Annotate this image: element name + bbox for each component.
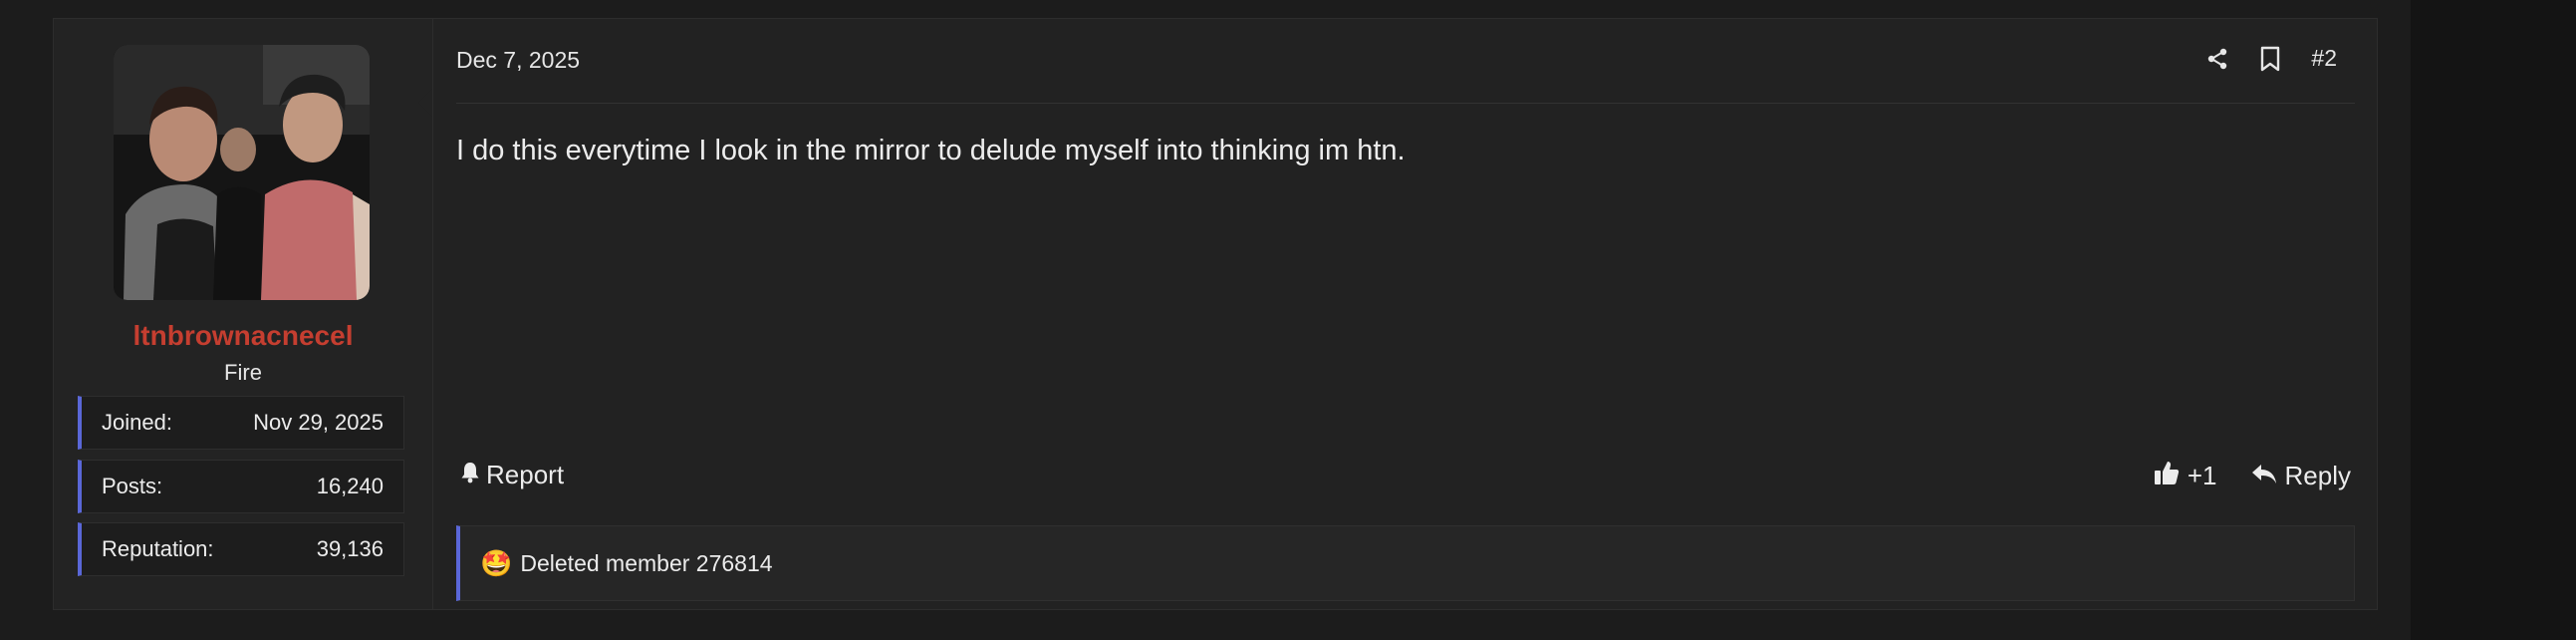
stat-label: Joined:	[102, 410, 172, 435]
reply-button[interactable]: Reply	[2251, 461, 2351, 491]
stat-joined: Joined: Nov 29, 2025	[78, 396, 404, 450]
stat-value: Nov 29, 2025	[253, 410, 384, 435]
like-button[interactable]: +1	[2154, 460, 2217, 492]
user-title: Fire	[224, 360, 262, 385]
like-count: +1	[2187, 461, 2217, 490]
share-icon[interactable]	[2205, 47, 2229, 71]
post-footer: Report +1 Reply	[456, 442, 2355, 501]
avatar[interactable]	[114, 45, 370, 300]
post-content: Dec 7, 2025 #2 I do this everytime I loo…	[456, 19, 2355, 609]
report-button[interactable]: Report	[460, 460, 564, 490]
sidebar-arrow	[418, 89, 432, 117]
star-struck-emoji-icon: 🤩	[480, 548, 513, 578]
stat-value: 39,136	[316, 536, 384, 561]
post-actions: #2	[2205, 45, 2337, 72]
stat-reputation: Reputation: 39,136	[78, 522, 404, 576]
post-date[interactable]: Dec 7, 2025	[456, 47, 580, 74]
stat-posts: Posts: 16,240	[78, 460, 404, 513]
reply-label: Reply	[2284, 461, 2351, 490]
reply-icon	[2251, 461, 2277, 491]
reactions-bar[interactable]: 🤩 Deleted member 276814	[456, 525, 2355, 601]
post-body: I do this everytime I look in the mirror…	[456, 135, 1406, 166]
post-header: Dec 7, 2025 #2	[456, 19, 2355, 104]
footer-actions: +1 Reply	[2154, 460, 2351, 492]
stat-label: Posts:	[102, 474, 163, 498]
stat-value: 16,240	[316, 474, 384, 498]
user-sidebar: ltnbrownacnecel Fire Joined: Nov 29, 202…	[54, 19, 433, 609]
bookmark-icon[interactable]	[2259, 46, 2281, 72]
post-number[interactable]: #2	[2311, 45, 2337, 72]
stat-label: Reputation:	[102, 536, 214, 561]
right-margin	[2411, 0, 2576, 640]
report-label: Report	[486, 460, 565, 489]
reactions-text[interactable]: Deleted member 276814	[520, 550, 772, 577]
bell-icon	[460, 460, 480, 490]
username[interactable]: ltnbrownacnecel	[54, 320, 432, 352]
thumbs-up-icon	[2154, 460, 2180, 492]
forum-post: ltnbrownacnecel Fire Joined: Nov 29, 202…	[53, 18, 2378, 610]
